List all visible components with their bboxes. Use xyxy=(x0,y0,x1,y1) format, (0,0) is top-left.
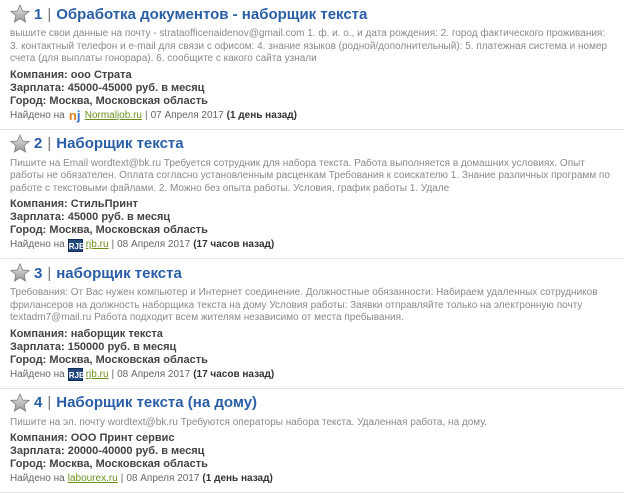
job-header: 2 | Наборщик текста xyxy=(10,134,616,154)
found-prefix: Найдено на xyxy=(10,472,65,486)
source-separator: | xyxy=(112,238,115,252)
job-title-link[interactable]: Наборщик текста (на дому) xyxy=(56,394,257,411)
found-prefix: Найдено на xyxy=(10,238,65,252)
job-header: 1 | Обработка документов - наборщик текс… xyxy=(10,4,616,24)
job-city: Город: Москва, Московская область xyxy=(10,354,616,367)
title-separator: | xyxy=(47,6,51,23)
job-card: 4 | Наборщик текста (на дому) Пишите на … xyxy=(0,389,624,493)
star-icon[interactable] xyxy=(10,4,30,24)
job-age: (17 часов назад) xyxy=(193,368,274,382)
job-header: 3 | наборщик текста xyxy=(10,263,616,283)
job-description: Пишите на эл. почту wordtext@bk.ru Требу… xyxy=(10,417,616,430)
job-description: Пишите на Email wordtext@bk.ru Требуется… xyxy=(10,158,616,196)
source-logo-icon: nj xyxy=(68,109,82,123)
job-date: 08 Апреля 2017 xyxy=(126,472,199,486)
job-header: 4 | Наборщик текста (на дому) xyxy=(10,393,616,413)
job-city: Город: Москва, Московская область xyxy=(10,95,616,108)
job-number: 2 xyxy=(34,135,42,152)
source-separator: | xyxy=(112,368,115,382)
job-card: 2 | Наборщик текста Пишите на Email word… xyxy=(0,130,624,260)
title-separator: | xyxy=(47,265,51,282)
found-prefix: Найдено на xyxy=(10,368,65,382)
job-age: (1 день назад) xyxy=(227,109,297,123)
job-date: 08 Апреля 2017 xyxy=(117,368,190,382)
job-company: Компания: наборщик текста xyxy=(10,328,616,341)
source-logo-icon: RJB xyxy=(68,239,83,252)
source-separator: | xyxy=(145,109,148,123)
job-card: 3 | наборщик текста Требования: От Вас н… xyxy=(0,259,624,389)
found-prefix: Найдено на xyxy=(10,109,65,123)
job-list: 1 | Обработка документов - наборщик текс… xyxy=(0,0,624,493)
source-link[interactable]: Normaljob.ru xyxy=(85,109,142,123)
job-salary: Зарплата: 150000 руб. в месяц xyxy=(10,341,616,354)
job-city: Город: Москва, Московская область xyxy=(10,224,616,237)
job-card: 1 | Обработка документов - наборщик текс… xyxy=(0,0,624,130)
job-company: Компания: ооо Страта xyxy=(10,69,616,82)
job-title-link[interactable]: Наборщик текста xyxy=(56,135,183,152)
job-salary: Зарплата: 45000-45000 руб. в месяц xyxy=(10,82,616,95)
title-separator: | xyxy=(47,135,51,152)
star-icon[interactable] xyxy=(10,393,30,413)
job-city: Город: Москва, Московская область xyxy=(10,458,616,471)
job-source-line: Найдено на RJB rjb.ru | 08 Апреля 2017 (… xyxy=(10,368,616,382)
star-icon[interactable] xyxy=(10,134,30,154)
title-separator: | xyxy=(47,394,51,411)
job-company: Компания: ООО Принт сервис xyxy=(10,432,616,445)
job-date: 07 Апреля 2017 xyxy=(151,109,224,123)
job-salary: Зарплата: 45000 руб. в месяц xyxy=(10,211,616,224)
job-age: (17 часов назад) xyxy=(193,238,274,252)
job-date: 08 Апреля 2017 xyxy=(117,238,190,252)
source-separator: | xyxy=(121,472,124,486)
job-number: 1 xyxy=(34,6,42,23)
job-number: 4 xyxy=(34,394,42,411)
star-icon[interactable] xyxy=(10,263,30,283)
source-link[interactable]: labourex.ru xyxy=(68,472,118,486)
job-title-link[interactable]: наборщик текста xyxy=(56,265,182,282)
job-salary: Зарплата: 20000-40000 руб. в месяц xyxy=(10,445,616,458)
job-age: (1 день назад) xyxy=(202,472,272,486)
job-number: 3 xyxy=(34,265,42,282)
source-link[interactable]: rjb.ru xyxy=(86,238,109,252)
source-logo-icon: RJB xyxy=(68,368,83,381)
source-link[interactable]: rjb.ru xyxy=(86,368,109,382)
job-description: Требования: От Вас нужен компьютер и Инт… xyxy=(10,287,616,325)
job-source-line: Найдено на labourex.ru | 08 Апреля 2017 … xyxy=(10,472,616,486)
job-title-link[interactable]: Обработка документов - наборщик текста xyxy=(56,6,367,23)
job-company: Компания: СтильПринт xyxy=(10,198,616,211)
job-description: вышите свои данные на почту - strataoffi… xyxy=(10,28,616,66)
job-source-line: Найдено на nj Normaljob.ru | 07 Апреля 2… xyxy=(10,109,616,123)
job-source-line: Найдено на RJB rjb.ru | 08 Апреля 2017 (… xyxy=(10,238,616,252)
